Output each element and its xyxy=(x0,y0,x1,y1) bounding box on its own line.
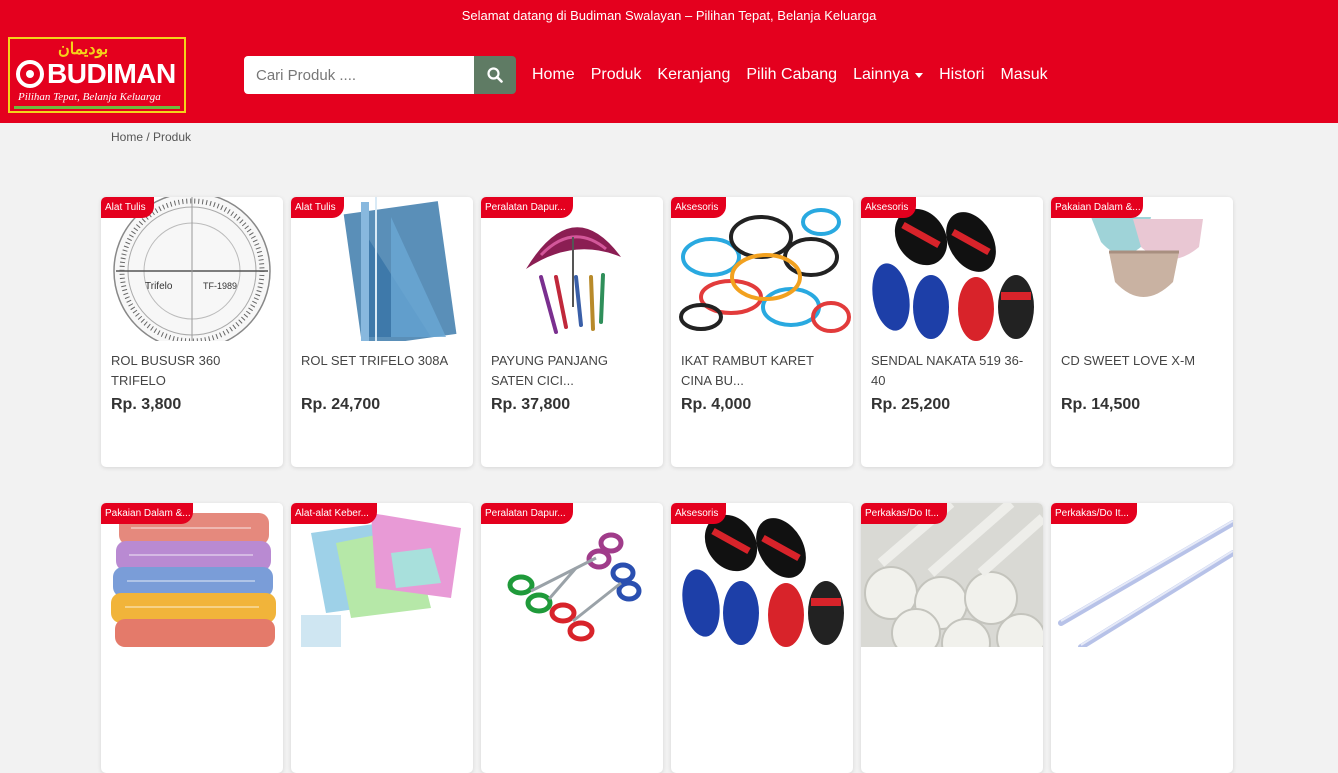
product-image[interactable] xyxy=(481,197,663,341)
category-badge: Peralatan Dapur... xyxy=(481,503,573,524)
product-card[interactable]: Pakaian Dalam &... CD SWEET LOVE X-M Rp.… xyxy=(1051,197,1233,467)
main-nav: Home Produk Keranjang Pilih Cabang Lainn… xyxy=(532,66,1048,84)
product-price: Rp. 25,200 xyxy=(871,396,951,413)
product-price: Rp. 14,500 xyxy=(1061,396,1141,413)
logo-brand-text: BUDIMAN xyxy=(47,58,176,89)
product-card[interactable]: Perkakas/Do It... xyxy=(1051,503,1233,773)
product-image[interactable] xyxy=(291,197,473,341)
category-badge: Pakaian Dalam &... xyxy=(1051,197,1143,218)
product-title[interactable]: CD SWEET LOVE X-M xyxy=(1051,341,1233,389)
product-card[interactable]: Aksesoris xyxy=(671,503,853,773)
nav-lainnya-label: Lainnya xyxy=(853,66,910,83)
logo-stripe xyxy=(14,106,180,109)
product-title[interactable] xyxy=(671,647,853,695)
product-price: Rp. 24,700 xyxy=(301,396,381,413)
logo-arabic-text: بوديمان xyxy=(58,39,109,58)
search-input[interactable] xyxy=(244,56,474,94)
category-badge: Aksesoris xyxy=(861,197,917,218)
product-title[interactable]: ROL BUSUSR 360 TRIFELO xyxy=(101,341,283,389)
product-title[interactable] xyxy=(481,647,663,695)
product-image[interactable] xyxy=(671,197,853,341)
product-title[interactable]: ROL SET TRIFELO 308A xyxy=(291,341,473,389)
category-badge: Perkakas/Do It... xyxy=(861,503,947,524)
caret-down-icon xyxy=(915,72,924,78)
product-grid: Alat Tulis Trifelo TF-1989 ROL BUSUSR 360… xyxy=(101,197,1233,773)
welcome-text: Selamat datang di Budiman Swalayan – Pil… xyxy=(461,8,877,23)
product-image[interactable] xyxy=(861,197,1043,341)
product-card[interactable]: Aksesoris SENDAL NAKATA 519 36-40 Rp. 25… xyxy=(861,197,1043,467)
product-card[interactable]: Alat-alat Keber... xyxy=(291,503,473,773)
product-image[interactable] xyxy=(1051,503,1233,647)
category-badge: Alat Tulis xyxy=(291,197,344,218)
product-image[interactable] xyxy=(481,503,663,647)
product-image[interactable] xyxy=(1051,197,1233,341)
product-card[interactable]: Aksesoris IKAT RAMBUT KARET CINA BU... R… xyxy=(671,197,853,467)
site-header: Selamat datang di Budiman Swalayan – Pil… xyxy=(0,0,1338,123)
search-bar xyxy=(244,56,516,94)
nav-masuk[interactable]: Masuk xyxy=(1000,66,1047,84)
product-card[interactable]: Peralatan Dapur... xyxy=(481,503,663,773)
category-badge: Peralatan Dapur... xyxy=(481,197,573,218)
category-badge: Alat-alat Keber... xyxy=(291,503,377,524)
product-title[interactable]: IKAT RAMBUT KARET CINA BU... xyxy=(671,341,853,389)
budiman-logo[interactable]: بوديمان BUDIMAN Pilihan Tepat, Belanja K… xyxy=(8,37,186,113)
category-badge: Aksesoris xyxy=(671,503,727,524)
product-title[interactable] xyxy=(101,647,283,695)
nav-histori[interactable]: Histori xyxy=(939,66,984,84)
nav-home[interactable]: Home xyxy=(532,66,575,84)
product-card[interactable]: Perkakas/Do It... xyxy=(861,503,1043,773)
breadcrumb: Home / Produk xyxy=(111,130,192,144)
nav-lainnya-dropdown[interactable]: Lainnya xyxy=(853,66,924,84)
product-price: Rp. 37,800 xyxy=(491,396,571,413)
product-title[interactable] xyxy=(1051,647,1233,695)
product-card[interactable]: Alat Tulis ROL SET TRIFELO 308A Rp. 24,7… xyxy=(291,197,473,467)
product-price: Rp. 4,000 xyxy=(681,396,752,413)
product-title[interactable] xyxy=(291,647,473,695)
product-image[interactable] xyxy=(861,503,1043,647)
product-image[interactable] xyxy=(291,503,473,647)
category-badge: Aksesoris xyxy=(671,197,727,218)
product-image[interactable]: Trifelo TF-1989 xyxy=(101,197,283,341)
search-icon xyxy=(487,67,503,83)
product-title[interactable] xyxy=(861,647,1043,695)
product-card[interactable]: Alat Tulis Trifelo TF-1989 ROL BUSUSR 360… xyxy=(101,197,283,467)
product-card[interactable]: Pakaian Dalam &... xyxy=(101,503,283,773)
product-price: Rp. 3,800 xyxy=(111,396,182,413)
nav-produk[interactable]: Produk xyxy=(591,66,642,84)
category-badge: Alat Tulis xyxy=(101,197,154,218)
nav-keranjang[interactable]: Keranjang xyxy=(657,66,730,84)
svg-text:Trifelo: Trifelo xyxy=(145,281,173,292)
category-badge: Perkakas/Do It... xyxy=(1051,503,1137,524)
svg-text:TF-1989: TF-1989 xyxy=(203,281,237,291)
product-image[interactable] xyxy=(101,503,283,647)
product-title[interactable]: PAYUNG PANJANG SATEN CICI... xyxy=(481,341,663,389)
logo-brand: BUDIMAN xyxy=(16,58,176,90)
search-button[interactable] xyxy=(474,56,516,94)
nav-pilih-cabang[interactable]: Pilih Cabang xyxy=(746,66,837,84)
category-badge: Pakaian Dalam &... xyxy=(101,503,193,524)
product-image[interactable] xyxy=(671,503,853,647)
logo-tagline: Pilihan Tepat, Belanja Keluarga xyxy=(18,91,161,103)
product-title[interactable]: SENDAL NAKATA 519 36-40 xyxy=(861,341,1043,389)
product-card[interactable]: Peralatan Dapur... PAYUNG PANJANG SATEN … xyxy=(481,197,663,467)
logo-ring-icon xyxy=(16,60,44,88)
